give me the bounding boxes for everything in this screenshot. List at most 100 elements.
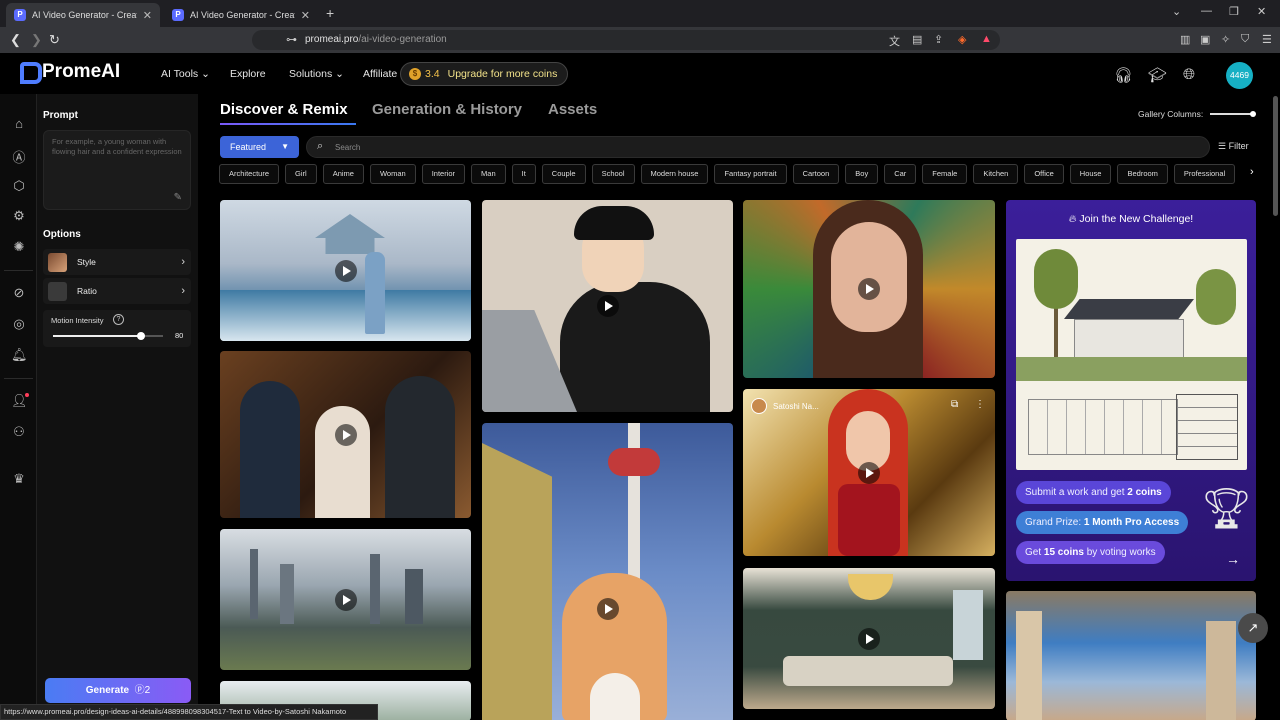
more-options-icon[interactable]: ⋮ [975,399,985,410]
category-chip[interactable]: Boy [845,164,879,184]
category-chip[interactable]: Couple [541,164,586,184]
target-icon[interactable]: ◎ [11,316,27,332]
cube-3d-icon[interactable]: ⬡ [11,178,27,194]
gallery-card[interactable] [1006,591,1256,720]
language-globe-icon[interactable]: 🌐︎ [1183,66,1195,83]
category-chip[interactable]: Professional [1173,164,1236,184]
play-icon[interactable] [858,278,880,300]
magic-wand-icon[interactable]: ✎ [174,193,182,203]
gallery-card[interactable] [220,200,471,341]
play-icon[interactable] [596,598,619,620]
user-avatar[interactable]: 4469 [1226,62,1253,89]
ai-tools-icon[interactable]: Ⓐ [11,147,27,166]
home-icon[interactable]: ⌂ [11,116,27,131]
arrow-right-icon[interactable]: → [1226,551,1240,567]
play-icon[interactable] [334,588,357,611]
tab-discover-remix[interactable]: Discover & Remix [220,101,348,118]
ratio-option[interactable]: Ratio › [43,278,191,304]
close-tab-icon[interactable]: ✕ [301,9,310,22]
category-chip[interactable]: It [511,164,536,184]
category-chip[interactable]: Cartoon [792,164,840,184]
academy-cap-icon[interactable]: 🎓︎ [1148,66,1167,84]
browser-tab-active[interactable]: P AI Video Generator - Create AI ✕ [6,3,160,27]
style-option[interactable]: Style › [43,249,191,275]
play-icon[interactable] [334,423,357,446]
motion-intensity-slider[interactable] [53,332,163,340]
gallery-card[interactable] [220,529,471,670]
chips-next-icon[interactable]: › [1250,166,1254,178]
site-info-icon[interactable]: ⊶ [286,33,297,46]
category-chip[interactable]: Interior [421,164,466,184]
filter-button[interactable]: ☰ Filter [1218,141,1249,152]
nav-solutions[interactable]: Solutions ⌄ [289,68,344,80]
play-icon[interactable] [858,627,880,650]
share-fab-icon[interactable]: ↗ [1238,613,1268,643]
explore-compass-icon[interactable]: ⊘ [11,285,27,301]
design-icon[interactable]: ⚙ [11,208,27,224]
new-tab-icon[interactable]: + [326,5,334,21]
maximize-icon[interactable]: ❐ [1229,5,1239,18]
category-chip[interactable]: Anime [322,164,364,184]
wallet-icon[interactable]: ▣ [1200,33,1210,46]
open-external-icon[interactable]: ⧉ [951,399,958,410]
vpn-icon[interactable]: ⛉ [1241,33,1249,46]
creator-badge[interactable]: Satoshi Na... [751,398,819,414]
team-icon[interactable]: ⚇ [11,424,27,440]
category-chip[interactable]: Modern house [640,164,709,184]
gallery-columns-slider[interactable] [1210,111,1256,117]
category-chip[interactable]: Architecture [219,164,280,184]
coins-upgrade-button[interactable]: $ 3.4 Upgrade for more coins [400,62,569,86]
category-chip[interactable]: Woman [369,164,416,184]
share-icon[interactable]: ⇪ [934,33,943,46]
search-input[interactable] [335,140,1195,154]
category-chip[interactable]: Fantasy portrait [714,164,787,184]
tab-generation-history[interactable]: Generation & History [372,101,522,118]
sidebar-icon[interactable]: ▥ [1180,33,1190,46]
category-chip[interactable]: Girl [285,164,317,184]
featured-dropdown[interactable]: Featured ▼ [220,136,299,158]
back-icon[interactable]: ❮ [10,32,21,48]
nav-explore[interactable]: Explore [230,68,266,80]
help-question-icon[interactable]: ? [113,314,124,325]
idea-bulb-icon[interactable]: ✺ [11,239,27,255]
leo-ai-icon[interactable]: ✧ [1221,33,1230,46]
tab-assets[interactable]: Assets [548,101,597,118]
play-icon[interactable] [334,259,357,282]
promeai-logo[interactable]: PromeAI [20,61,120,84]
gallery-card[interactable] [743,200,995,378]
gallery-card[interactable] [220,351,471,518]
close-tab-icon[interactable]: ✕ [143,9,152,22]
category-chip[interactable]: School [591,164,635,184]
gallery-card[interactable] [482,200,733,412]
slider-handle[interactable] [137,332,145,340]
window-close-icon[interactable]: ✕ [1257,5,1266,18]
notification-bell-icon[interactable]: 🔔︎ [11,347,28,363]
challenge-card[interactable]: 🔥︎ Join the New Challenge! Submit a work… [1006,200,1256,581]
category-chip[interactable]: Car [884,164,917,184]
minimize-icon[interactable]: — [1201,5,1212,17]
gallery-card[interactable] [743,568,995,709]
category-chip[interactable]: Bedroom [1117,164,1168,184]
url-text[interactable]: promeai.pro/ai-video-generation [305,34,447,45]
reload-icon[interactable]: ↻ [49,32,60,48]
category-chip[interactable]: House [1069,164,1112,184]
support-headset-icon[interactable]: 🎧︎ [1114,66,1133,84]
play-icon[interactable] [858,461,880,484]
nav-ai-tools[interactable]: AI Tools ⌄ [161,68,210,80]
tab-search-chevron-icon[interactable]: ⌄ [1172,5,1181,18]
category-chip[interactable]: Kitchen [973,164,1019,184]
rewards-icon[interactable]: ▲ [981,33,992,45]
play-icon[interactable] [596,295,619,317]
prompt-input[interactable]: For example, a young woman with flowing … [43,130,191,210]
subscription-crown-icon[interactable]: ♛ [11,471,27,487]
gallery-card[interactable] [482,423,733,720]
generate-button[interactable]: Generate ⓟ2 [45,678,191,703]
profile-icon[interactable]: 👤︎ [11,393,29,409]
nav-affiliate[interactable]: Affiliate [363,68,397,80]
browser-tab[interactable]: P AI Video Generator - Create AI Vide ✕ [164,3,318,27]
menu-icon[interactable]: ☰ [1262,33,1272,46]
category-chip[interactable]: Man [471,164,506,184]
forward-icon[interactable]: ❯ [31,32,42,48]
page-scrollbar[interactable] [1273,96,1278,216]
category-chip[interactable]: Female [922,164,968,184]
